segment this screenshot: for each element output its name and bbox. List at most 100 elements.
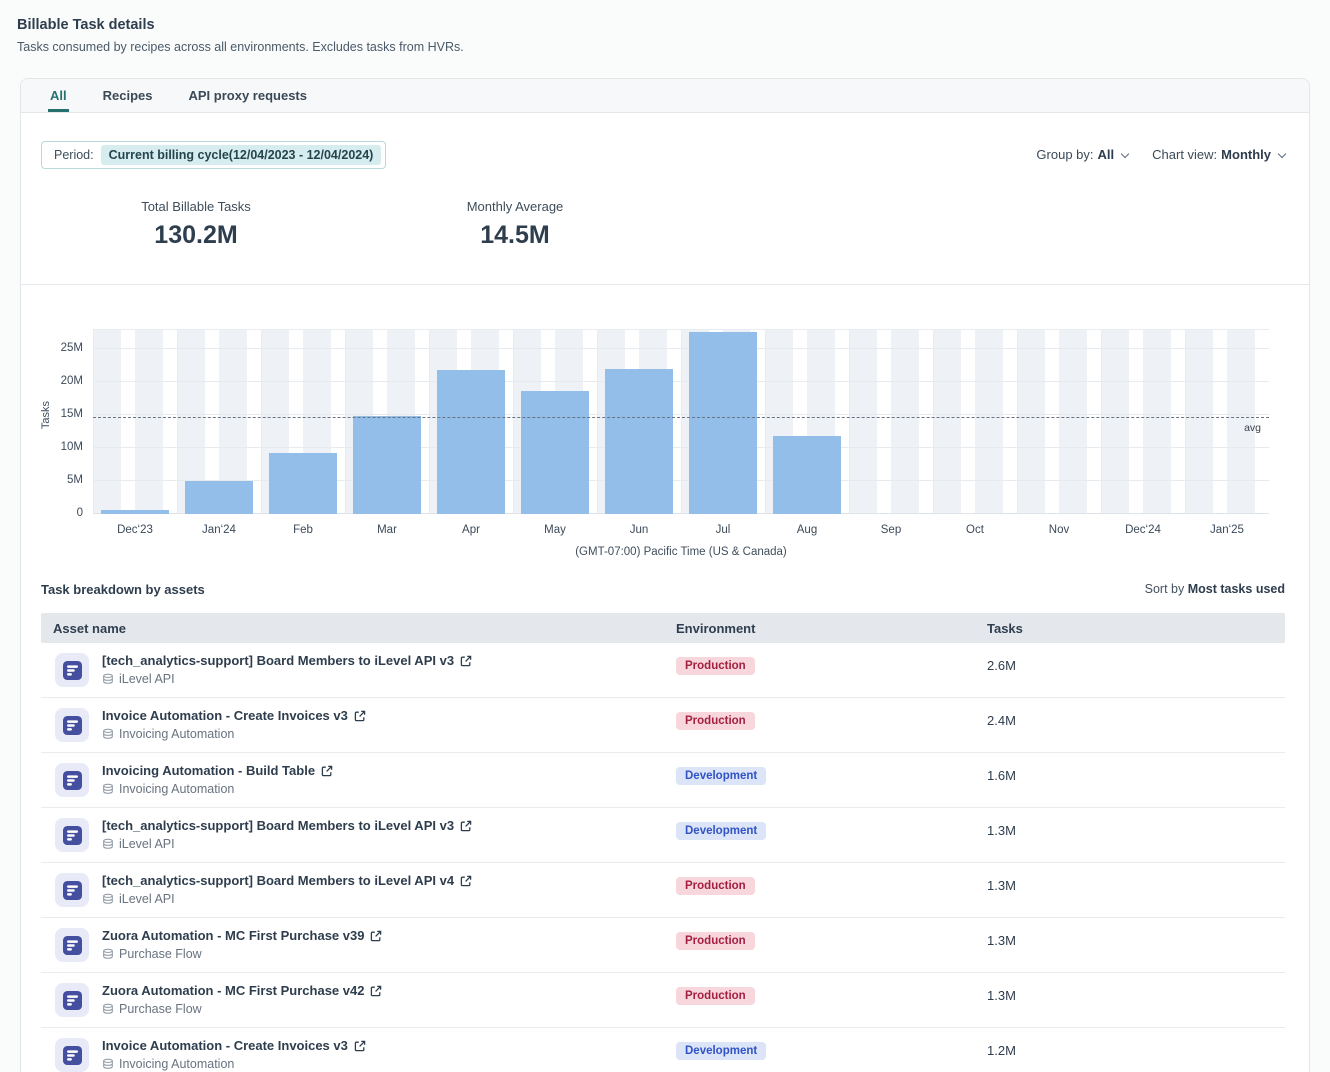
page-header: Billable Task details Tasks consumed by …: [17, 17, 464, 54]
recipe-icon: [55, 653, 89, 687]
column-header-asset-name: Asset name: [41, 621, 676, 636]
bar-apr[interactable]: [437, 370, 505, 514]
environment-cell: Production: [676, 643, 987, 697]
period-filter[interactable]: Period: Current billing cycle(12/04/2023…: [41, 141, 386, 169]
sort-by-label: Sort by: [1145, 582, 1185, 596]
asset-name-link[interactable]: Invoice Automation - Create Invoices v3: [102, 1038, 366, 1053]
timezone-caption: (GMT-07:00) Pacific Time (US & Canada): [93, 546, 1269, 558]
recipe-icon: [55, 818, 89, 852]
bar-dec-23[interactable]: [101, 510, 169, 514]
external-link-icon[interactable]: [370, 930, 382, 942]
asset-name: Invoice Automation - Create Invoices v3: [102, 708, 348, 723]
x-tick-label: Nov: [1017, 524, 1101, 536]
stat-total-billable-tasks: Total Billable Tasks130.2M: [76, 199, 316, 250]
asset-cell: Invoicing Automation - Build TableInvoic…: [41, 753, 676, 807]
y-tick-label: 20M: [21, 375, 83, 387]
tasks-value: 1.6M: [987, 753, 1285, 807]
asset-text: Zuora Automation - MC First Purchase v42…: [102, 983, 382, 1016]
project-icon: [102, 673, 114, 685]
environment-badge: Development: [676, 767, 766, 785]
page-title: Billable Task details: [17, 17, 464, 33]
asset-name-link[interactable]: [tech_analytics-support] Board Members t…: [102, 873, 472, 888]
group-by-value: All: [1098, 147, 1115, 162]
asset-cell: Invoice Automation - Create Invoices v3I…: [41, 1028, 676, 1072]
asset-name-link[interactable]: Zuora Automation - MC First Purchase v42: [102, 983, 382, 998]
tab-all[interactable]: All: [48, 79, 69, 112]
table-row[interactable]: Zuora Automation - MC First Purchase v39…: [41, 918, 1285, 973]
asset-name-link[interactable]: [tech_analytics-support] Board Members t…: [102, 653, 472, 668]
external-link-icon[interactable]: [370, 985, 382, 997]
gridline: [93, 348, 1269, 349]
asset-project: Purchase Flow: [102, 947, 382, 961]
bar-aug[interactable]: [773, 436, 841, 514]
tasks-value: 1.3M: [987, 808, 1285, 862]
external-link-icon[interactable]: [460, 655, 472, 667]
sort-by-control[interactable]: Sort by Most tasks used: [1145, 582, 1285, 596]
group-by-dropdown[interactable]: Group by: All: [1036, 147, 1128, 162]
external-link-icon[interactable]: [354, 1040, 366, 1052]
tasks-value: 2.6M: [987, 643, 1285, 697]
bar-mar[interactable]: [353, 416, 421, 514]
bar-feb[interactable]: [269, 453, 337, 514]
external-link-icon[interactable]: [321, 765, 333, 777]
asset-cell: [tech_analytics-support] Board Members t…: [41, 863, 676, 917]
table-row[interactable]: Zuora Automation - MC First Purchase v42…: [41, 973, 1285, 1028]
project-name: iLevel API: [119, 892, 175, 906]
stat-monthly-average: Monthly Average14.5M: [395, 199, 635, 250]
external-link-icon[interactable]: [460, 875, 472, 887]
table-row[interactable]: Invoice Automation - Create Invoices v3 I…: [41, 698, 1285, 753]
x-tick-label: Jun: [597, 524, 681, 536]
x-tick-label: Dec‘24: [1101, 524, 1185, 536]
table-section-title: Task breakdown by assets: [41, 582, 205, 597]
chevron-down-icon: [1278, 149, 1286, 157]
bar-may[interactable]: [521, 391, 589, 514]
x-axis-labels: Dec‘23Jan‘24FebMarAprMayJunJulAugSepOctN…: [93, 524, 1269, 536]
period-label: Period:: [54, 148, 94, 162]
environment-badge: Production: [676, 657, 755, 675]
table-body: [tech_analytics-support] Board Members t…: [41, 643, 1285, 1072]
y-tick-label: 15M: [21, 408, 83, 420]
environment-badge: Production: [676, 987, 755, 1005]
bar-jun[interactable]: [605, 369, 673, 514]
asset-name-link[interactable]: Invoice Automation - Create Invoices v3: [102, 708, 366, 723]
stat-value: 14.5M: [395, 220, 635, 250]
bar-jul[interactable]: [689, 332, 757, 514]
table-row[interactable]: [tech_analytics-support] Board Members t…: [41, 808, 1285, 863]
environment-badge: Production: [676, 712, 755, 730]
period-value-chip[interactable]: Current billing cycle(12/04/2023 - 12/04…: [101, 145, 382, 165]
billable-task-details-page: Billable Task details Tasks consumed by …: [0, 0, 1330, 1072]
y-tick-label: 5M: [21, 474, 83, 486]
environment-badge: Production: [676, 877, 755, 895]
asset-name-link[interactable]: Zuora Automation - MC First Purchase v39: [102, 928, 382, 943]
asset-project: Purchase Flow: [102, 1002, 382, 1016]
project-icon: [102, 728, 114, 740]
bar-jan-24[interactable]: [185, 481, 253, 514]
environment-cell: Production: [676, 863, 987, 917]
stat-value: 130.2M: [76, 220, 316, 250]
external-link-icon[interactable]: [354, 710, 366, 722]
external-link-icon[interactable]: [460, 820, 472, 832]
chart-view-dropdown[interactable]: Chart view: Monthly: [1152, 147, 1285, 162]
table-row[interactable]: [tech_analytics-support] Board Members t…: [41, 643, 1285, 698]
asset-cell: [tech_analytics-support] Board Members t…: [41, 643, 676, 697]
column-header-environment: Environment: [676, 621, 987, 636]
asset-project: iLevel API: [102, 892, 472, 906]
asset-cell: Zuora Automation - MC First Purchase v39…: [41, 918, 676, 972]
y-tick-label: 0: [21, 507, 83, 519]
project-icon: [102, 783, 114, 795]
asset-project: Invoicing Automation: [102, 727, 366, 741]
tab-recipes[interactable]: Recipes: [101, 79, 155, 112]
chart-view-label: Chart view:: [1152, 147, 1217, 162]
table-row[interactable]: Invoicing Automation - Build TableInvoic…: [41, 753, 1285, 808]
environment-cell: Production: [676, 973, 987, 1027]
table-row[interactable]: [tech_analytics-support] Board Members t…: [41, 863, 1285, 918]
table-header: Asset nameEnvironmentTasks: [41, 613, 1285, 643]
environment-cell: Development: [676, 753, 987, 807]
asset-name-link[interactable]: Invoicing Automation - Build Table: [102, 763, 333, 778]
asset-name-link[interactable]: [tech_analytics-support] Board Members t…: [102, 818, 472, 833]
asset-text: [tech_analytics-support] Board Members t…: [102, 873, 472, 906]
tab-api-proxy-requests[interactable]: API proxy requests: [187, 79, 310, 112]
table-row[interactable]: Invoice Automation - Create Invoices v3I…: [41, 1028, 1285, 1072]
project-name: Invoicing Automation: [119, 727, 234, 741]
recipe-icon: [55, 1038, 89, 1072]
